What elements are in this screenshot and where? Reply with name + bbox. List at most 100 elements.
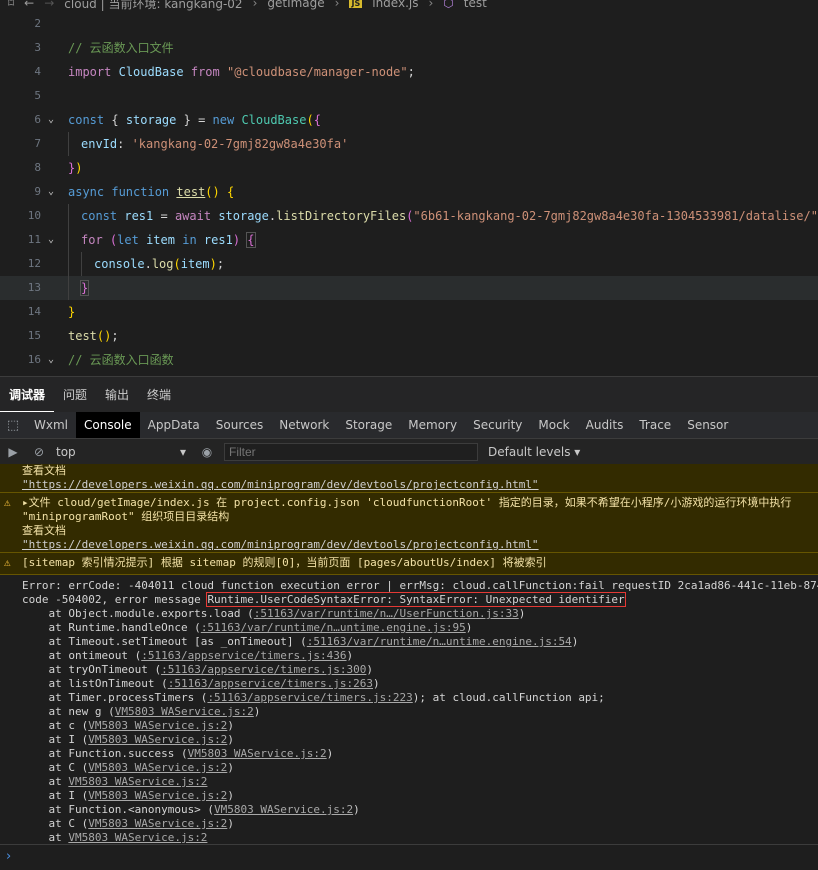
stack-frame: at I (VM5803 WAService.js:2) — [0, 789, 818, 803]
tab-terminal[interactable]: 终端 — [138, 377, 180, 413]
stack-frame-link[interactable]: VM5803 WAService.js:2 — [68, 775, 207, 788]
clear-console-icon[interactable]: ⊘ — [26, 445, 52, 459]
fold-chevron-icon[interactable]: ⌄ — [48, 180, 54, 204]
bookmark-icon[interactable]: ⌑ — [8, 0, 14, 10]
line-number: 7 — [34, 137, 41, 150]
back-arrow-icon[interactable]: ← — [24, 0, 34, 10]
context-selector[interactable]: top ▾ — [52, 445, 194, 459]
code-line-current: 13 } — [0, 276, 818, 300]
code-text: envId: 'kangkang-02-7gmj82gw8a4e30fa' — [81, 137, 349, 151]
indent-guide — [68, 132, 69, 156]
stack-frame-text: ) — [227, 761, 234, 774]
tab-debugger[interactable]: 调试器 — [0, 377, 55, 413]
tab-network[interactable]: Network — [271, 412, 337, 438]
breadcrumb-item-project[interactable]: cloud | 当前环境: kangkang-02 — [64, 0, 242, 12]
stack-frame-link[interactable]: :51163/appservice/timers.js:263 — [168, 677, 373, 690]
warning-icon: ⚠ — [4, 556, 11, 569]
js-file-icon: JS — [349, 0, 363, 8]
doc-link[interactable]: "https://developers.weixin.qq.com/minipr… — [22, 538, 539, 551]
sidebar-toggle-icon[interactable]: ▶ — [0, 445, 26, 459]
tab-output[interactable]: 输出 — [96, 377, 138, 413]
fold-chevron-icon[interactable]: ⌄ — [48, 108, 54, 132]
stack-frame-text: at c ( — [22, 719, 89, 732]
stack-frame-text: ); at cloud.callFunction api; — [412, 691, 605, 704]
forward-arrow-icon[interactable]: → — [44, 0, 54, 10]
tab-sensor[interactable]: Sensor — [679, 412, 736, 438]
console-output[interactable]: 查看文档 "https://developers.weixin.qq.com/m… — [0, 464, 818, 844]
warning-message: [sitemap 索引情况提示] 根据 sitemap 的规则[0]，当前页面 … — [22, 556, 547, 569]
tab-problems[interactable]: 问题 — [54, 377, 96, 413]
tab-sources[interactable]: Sources — [208, 412, 271, 438]
stack-frame-text: at tryOnTimeout ( — [22, 663, 162, 676]
console-text: "https://developers.weixin.qq.com/minipr… — [0, 478, 818, 492]
stack-frame-text: ) — [571, 635, 579, 648]
tab-storage[interactable]: Storage — [337, 412, 400, 438]
line-number: 14 — [27, 305, 41, 318]
tab-appdata[interactable]: AppData — [140, 412, 208, 438]
stack-frame-text: at C ( — [22, 817, 89, 830]
stack-frame-link[interactable]: :51163/var/runtime/n…untime.engine.js:54 — [307, 635, 572, 648]
stack-frame-link[interactable]: :51163/var/runtime/n…untime.engine.js:95 — [201, 621, 466, 634]
breadcrumb-item-file[interactable]: index.js — [372, 0, 418, 10]
eye-icon[interactable]: ◉ — [194, 445, 220, 459]
console-prompt[interactable]: › — [0, 844, 818, 870]
stack-frame: at Function.success (VM5803 WAService.js… — [0, 747, 818, 761]
console-text: code -504002, error message Runtime.User… — [0, 592, 818, 607]
stack-frame-text: ) — [366, 663, 374, 676]
stack-frame: at Runtime.handleOnce (:51163/var/runtim… — [0, 621, 818, 635]
fold-chevron-icon[interactable]: ⌄ — [48, 228, 54, 252]
stack-frame-text: at Object.module.exports.load ( — [22, 607, 254, 620]
stack-frame-text: ) — [326, 747, 334, 760]
tab-wxml[interactable]: Wxml — [26, 412, 76, 438]
panel-tab-bar: 调试器 问题 输出 终端 — [0, 376, 818, 413]
stack-frame: at c (VM5803 WAService.js:2) — [0, 719, 818, 733]
stack-frame: at tryOnTimeout (:51163/appservice/timer… — [0, 663, 818, 677]
stack-frame-link[interactable]: :51163/appservice/timers.js:436 — [141, 649, 346, 662]
devtools-tab-bar: ⬚ Wxml Console AppData Sources Network S… — [0, 412, 818, 439]
line-number: 5 — [34, 89, 41, 102]
stack-frame-link[interactable]: VM5803 WAService.js:2 — [214, 803, 353, 816]
filter-input[interactable] — [224, 442, 478, 461]
line-number: 2 — [34, 17, 41, 30]
stack-frame-link[interactable]: :51163/appservice/timers.js:300 — [161, 663, 366, 676]
code-editor[interactable]: 2 3 // 云函数入口文件 4 import CloudBase from "… — [0, 12, 818, 376]
doc-link[interactable]: "https://developers.weixin.qq.com/minipr… — [22, 478, 539, 491]
code-line: 4 import CloudBase from "@cloudbase/mana… — [0, 60, 818, 84]
code-text: for (let item in res1) { — [81, 232, 256, 248]
line-number: 4 — [34, 65, 41, 78]
fold-chevron-icon[interactable]: ⌄ — [48, 348, 54, 372]
code-line: 3 // 云函数入口文件 — [0, 36, 818, 60]
line-number: 11 — [27, 233, 41, 246]
stack-frame-link[interactable]: VM5803 WAService.js:2 — [88, 761, 227, 774]
stack-frame-link[interactable]: VM5803 WAService.js:2 — [68, 831, 207, 844]
stack-frame-link[interactable]: VM5803 WAService.js:2 — [88, 719, 227, 732]
indent-guide — [68, 276, 69, 300]
stack-frame-text: ) — [253, 705, 261, 718]
log-levels-dropdown[interactable]: Default levels ▾ — [488, 445, 580, 459]
stack-frame-link[interactable]: :51163/appservice/timers.js:223 — [207, 691, 412, 704]
tab-memory[interactable]: Memory — [400, 412, 465, 438]
indent-guide — [68, 228, 69, 252]
stack-frame-link[interactable]: VM5803 WAService.js:2 — [115, 705, 254, 718]
line-number: 12 — [27, 257, 41, 270]
tab-mock[interactable]: Mock — [530, 412, 577, 438]
stack-frame-link[interactable]: VM5803 WAService.js:2 — [188, 747, 327, 760]
stack-frame-text: at listOnTimeout ( — [22, 677, 168, 690]
stack-frame-link[interactable]: :51163/var/runtime/n…/UserFunction.js:33 — [254, 607, 519, 620]
tab-security[interactable]: Security — [465, 412, 530, 438]
console-warning: 查看文档 "https://developers.weixin.qq.com/m… — [0, 464, 818, 493]
stack-frame-link[interactable]: VM5803 WAService.js:2 — [88, 789, 227, 802]
stack-frame-link[interactable]: VM5803 WAService.js:2 — [88, 733, 227, 746]
stack-frame-text: ) — [518, 607, 526, 620]
stack-frame-link[interactable]: VM5803 WAService.js:2 — [88, 817, 227, 830]
breadcrumb-item-symbol[interactable]: test — [464, 0, 487, 10]
inspect-element-icon[interactable]: ⬚ — [0, 418, 26, 433]
tab-trace[interactable]: Trace — [631, 412, 679, 438]
breadcrumb-item-folder[interactable]: getImage — [267, 0, 324, 10]
tab-audits[interactable]: Audits — [578, 412, 632, 438]
code-line: 9 ⌄ async function test() { — [0, 180, 818, 204]
console-error: Error: errCode: -404011 cloud function e… — [0, 575, 818, 844]
warning-message[interactable]: ▸文件 cloud/getImage/index.js 在 project.co… — [22, 496, 791, 509]
tab-console[interactable]: Console — [76, 412, 140, 438]
line-number: 6 — [34, 113, 41, 126]
